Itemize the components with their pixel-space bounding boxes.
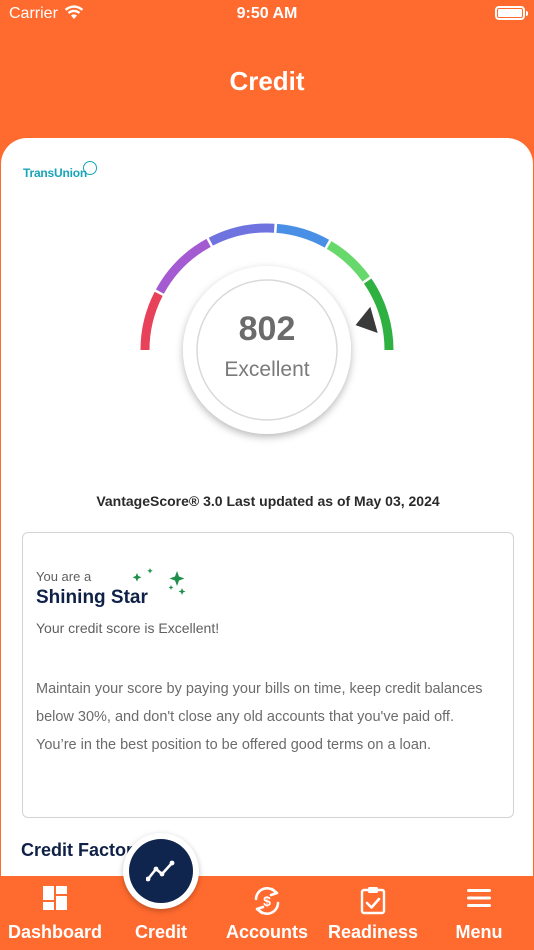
gauge-segment <box>155 238 211 294</box>
tab-accounts[interactable]: $ Accounts <box>212 876 322 950</box>
clock: 9:50 AM <box>236 5 298 22</box>
page-title: Credit <box>229 66 305 96</box>
chart-line-icon <box>145 859 176 888</box>
gauge-dial <box>183 266 351 434</box>
hamburger-menu-icon <box>465 885 493 916</box>
tab-label-accounts: Accounts <box>225 922 308 942</box>
battery-icon <box>495 6 528 20</box>
gauge-segment <box>208 223 275 246</box>
status-bar: Carrier 9:50 AM <box>0 0 534 30</box>
tab-label-credit: Credit <box>134 922 187 942</box>
dashboard-icon <box>42 885 68 916</box>
credit-fab-button[interactable] <box>123 833 199 909</box>
gauge-segment <box>140 291 163 351</box>
bottom-tab-bar: Dashboard Credit $ Accounts Readiness Me… <box>0 876 534 950</box>
insight-summary: Your credit score is Excellent! <box>36 620 220 636</box>
tab-readiness[interactable]: Readiness <box>322 876 424 950</box>
score-insight-box: You are a Shining Star Your credit score… <box>22 532 514 818</box>
gauge-segment <box>276 223 330 248</box>
credit-score-rating: Excellent <box>224 358 310 381</box>
tab-label-readiness: Readiness <box>327 922 419 942</box>
score-gauge <box>140 223 394 434</box>
credit-score-card: TransUnion 802 Excellent VantageScore® 3… <box>1 138 533 898</box>
dollar-sync-icon: $ <box>251 885 283 922</box>
tab-dashboard[interactable]: Dashboard <box>0 876 110 950</box>
svg-text:$: $ <box>263 893 271 909</box>
clipboard-check-icon <box>359 885 387 920</box>
insight-body: Maintain your score by paying your bills… <box>36 681 483 753</box>
tab-menu[interactable]: Menu <box>424 876 534 950</box>
tab-label-dashboard: Dashboard <box>7 922 103 942</box>
credit-score-value: 802 <box>238 310 296 348</box>
gauge-segment <box>326 241 370 282</box>
insight-heading: Shining Star <box>36 587 148 608</box>
insight-prefix: You are a <box>36 569 92 584</box>
tab-label-menu: Menu <box>455 922 503 942</box>
vantage-score-updated: VantageScore® 3.0 Last updated as of May… <box>96 493 440 509</box>
